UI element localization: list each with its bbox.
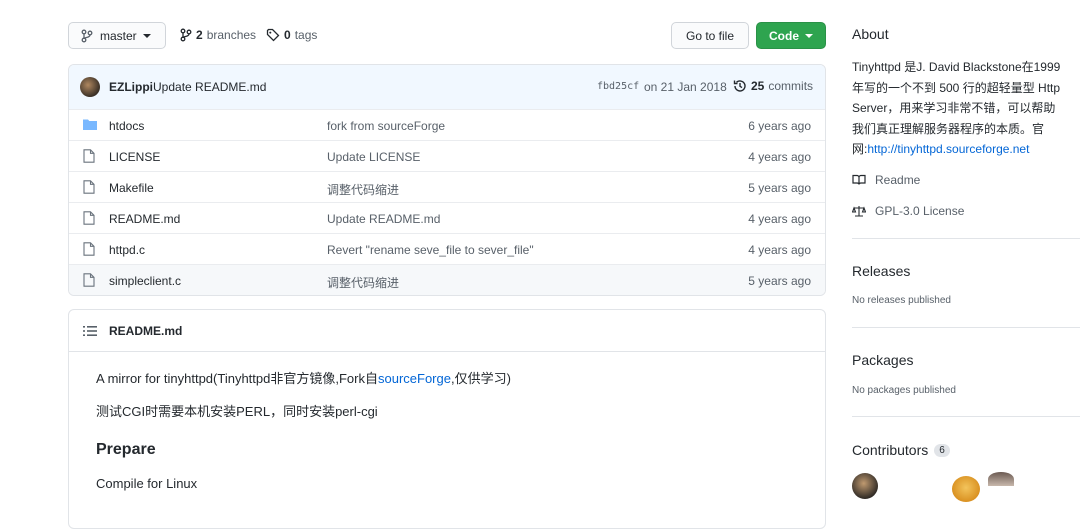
commit-message[interactable]: Update README.md	[153, 80, 266, 94]
file-age: 5 years ago	[748, 274, 811, 288]
about-desc-line: Tinyhttpd 是J. David Blackstone在1999	[852, 60, 1061, 74]
file-age: 5 years ago	[748, 181, 811, 195]
file-row[interactable]: README.md Update README.md 4 years ago	[69, 202, 825, 234]
commits-label: commits	[768, 79, 814, 93]
about-desc-line: 年写的一个不到 500 行的超轻量型 Http	[852, 80, 1061, 95]
contributors-title: Contributors	[852, 442, 929, 458]
avatar[interactable]	[952, 476, 980, 502]
contributors-count-badge: 6	[934, 443, 950, 457]
commits-link[interactable]: 25 commits	[733, 79, 813, 93]
file-age: 4 years ago	[748, 243, 811, 257]
license-link-label: GPL-3.0 License	[875, 204, 965, 218]
file-commit-message[interactable]: 调整代码缩进	[327, 274, 399, 291]
sidebar-divider	[852, 327, 1080, 328]
chevron-down-icon	[142, 33, 151, 38]
commit-author[interactable]: EZLippi	[109, 80, 153, 94]
contributors-header[interactable]: Contributors 6	[852, 442, 950, 458]
git-branch-icon	[180, 28, 192, 42]
tags-link[interactable]: 0 tags	[266, 28, 317, 42]
file-row[interactable]: simpleclient.c 调整代码缩进 5 years ago	[69, 264, 825, 295]
about-desc-line: Server，用来学习非常不错，可以帮助	[852, 101, 1056, 115]
readme-text: A mirror for tinyhttpd(Tinyhttpd非官方镜像,Fo…	[96, 371, 378, 386]
file-icon	[83, 242, 95, 256]
file-name[interactable]: LICENSE	[109, 150, 160, 164]
about-desc-line: 我们真正理解服务器程序的本质。官	[852, 121, 1045, 136]
tags-count: 0	[284, 28, 291, 42]
website-link[interactable]: http://tinyhttpd.sourceforge.net	[867, 142, 1029, 156]
packages-title[interactable]: Packages	[852, 352, 913, 368]
commit-date: on 21 Jan 2018	[644, 80, 727, 94]
file-row[interactable]: htdocs fork from sourceForge 6 years ago	[69, 109, 825, 141]
code-label: Code	[769, 28, 799, 43]
file-row[interactable]: Makefile 调整代码缩进 5 years ago	[69, 171, 825, 203]
about-desc-prefix: 网:	[852, 142, 868, 156]
branch-name: master	[100, 28, 137, 43]
tag-icon	[266, 28, 280, 42]
branches-count: 2	[196, 28, 203, 42]
readme-line-1: A mirror for tinyhttpd(Tinyhttpd非官方镜像,Fo…	[96, 368, 511, 387]
chevron-down-icon	[805, 33, 813, 38]
file-commit-message[interactable]: fork from sourceForge	[327, 119, 445, 133]
readme-title: README.md	[109, 324, 183, 338]
file-age: 6 years ago	[748, 119, 811, 133]
folder-icon	[83, 119, 97, 130]
file-icon	[83, 149, 95, 163]
branches-label: branches	[206, 28, 257, 42]
readme-line-3: Compile for Linux	[96, 476, 198, 491]
packages-empty: No packages published	[852, 385, 956, 396]
file-icon	[83, 180, 95, 194]
sidebar-divider	[852, 238, 1080, 239]
avatar[interactable]	[80, 77, 100, 97]
file-icon	[83, 273, 95, 287]
readme-text: ,仅供学习)	[450, 371, 511, 386]
file-commit-message[interactable]: 调整代码缩进	[327, 181, 399, 198]
file-commit-message[interactable]: Update README.md	[327, 212, 440, 226]
commit-hash[interactable]: fbd25cf	[597, 81, 639, 92]
go-to-file-label: Go to file	[685, 28, 735, 43]
readme-link-label: Readme	[875, 173, 921, 187]
file-age: 4 years ago	[748, 212, 811, 226]
sourceforge-link[interactable]: sourceForge	[378, 371, 451, 386]
releases-title[interactable]: Releases	[852, 263, 910, 279]
releases-empty: No releases published	[852, 295, 951, 306]
about-title: About	[852, 26, 889, 42]
law-icon	[852, 206, 866, 217]
file-commit-message[interactable]: Update LICENSE	[327, 150, 420, 164]
code-button[interactable]: Code	[756, 22, 826, 49]
branches-link[interactable]: 2 branches	[180, 28, 256, 42]
readme-sidebar-link[interactable]: Readme	[852, 173, 920, 187]
readme-box: README.md A mirror for tinyhttpd(Tinyhtt…	[68, 309, 826, 529]
git-branch-icon	[81, 29, 93, 42]
file-name[interactable]: README.md	[109, 212, 180, 226]
file-row[interactable]: LICENSE Update LICENSE 4 years ago	[69, 140, 825, 172]
book-icon	[852, 174, 866, 185]
file-commit-message[interactable]: Revert "rename seve_file to sever_file"	[327, 243, 534, 257]
tags-label: tags	[294, 28, 318, 42]
file-icon	[83, 211, 95, 225]
commits-count: 25	[751, 79, 765, 93]
avatar[interactable]	[988, 472, 1014, 486]
latest-commit-bar: EZLippi Update README.md fbd25cf on 21 J…	[69, 65, 825, 110]
file-row[interactable]: httpd.c Revert "rename seve_file to sever…	[69, 233, 825, 265]
list-icon[interactable]	[83, 325, 97, 337]
go-to-file-button[interactable]: Go to file	[671, 22, 749, 49]
avatar[interactable]	[852, 473, 878, 499]
file-name[interactable]: htdocs	[109, 119, 144, 133]
branch-select-button[interactable]: master	[68, 22, 166, 49]
history-icon	[733, 80, 746, 92]
readme-header: README.md	[69, 310, 825, 352]
file-name[interactable]: Makefile	[109, 181, 154, 195]
readme-line-2: 测试CGI时需要本机安装PERL，同时安装perl-cgi	[96, 404, 378, 419]
about-description: Tinyhttpd 是J. David Blackstone在1999 年写的一…	[852, 57, 1080, 160]
file-browser: EZLippi Update README.md fbd25cf on 21 J…	[68, 64, 826, 296]
sidebar-divider	[852, 416, 1080, 417]
file-name[interactable]: simpleclient.c	[109, 274, 181, 288]
file-age: 4 years ago	[748, 150, 811, 164]
license-sidebar-link[interactable]: GPL-3.0 License	[852, 204, 964, 218]
readme-heading-prepare: Prepare	[96, 441, 156, 458]
file-name[interactable]: httpd.c	[109, 243, 145, 257]
